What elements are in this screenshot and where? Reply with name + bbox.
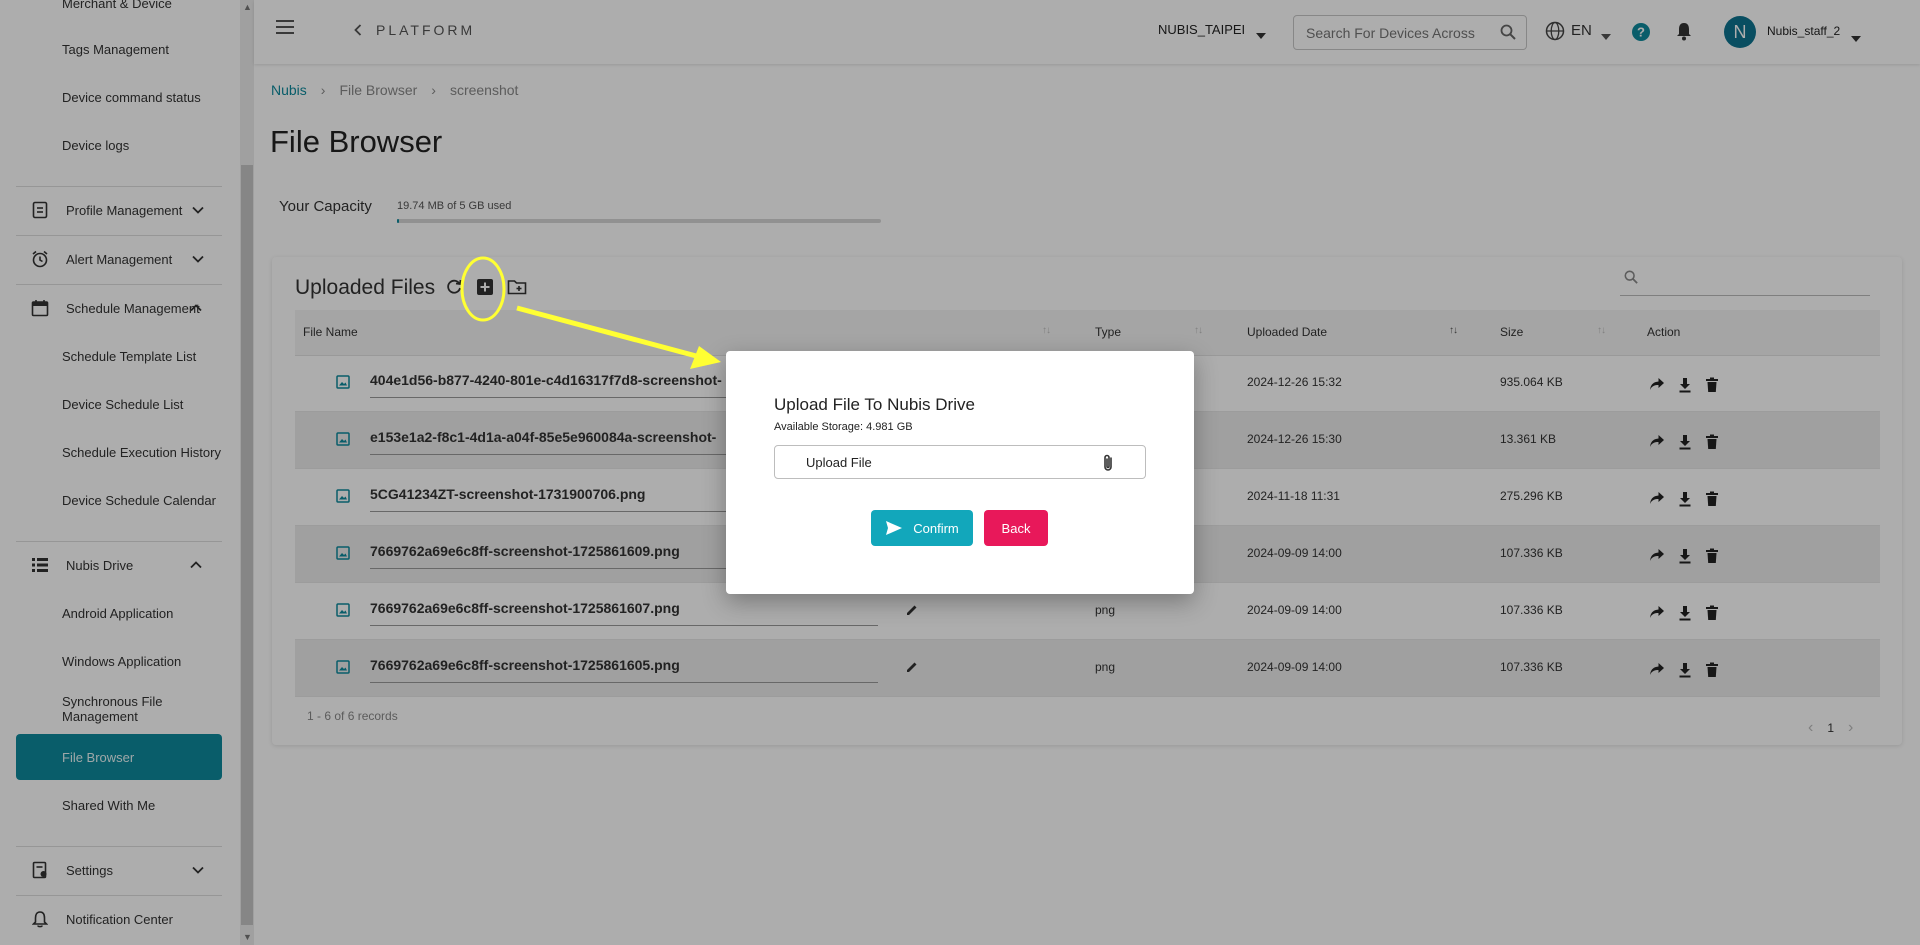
available-storage: Available Storage: 4.981 GB [774,421,913,433]
back-button[interactable]: Back [984,510,1048,546]
confirm-button[interactable]: Confirm [871,510,973,546]
dialog-title: Upload File To Nubis Drive [774,395,975,414]
upload-file-field[interactable]: Upload File [774,445,1146,479]
upload-dialog: Upload File To Nubis Drive Available Sto… [726,351,1194,594]
send-icon [886,521,903,535]
paperclip-icon[interactable] [1101,453,1115,478]
upload-file-label: Upload File [806,455,872,470]
